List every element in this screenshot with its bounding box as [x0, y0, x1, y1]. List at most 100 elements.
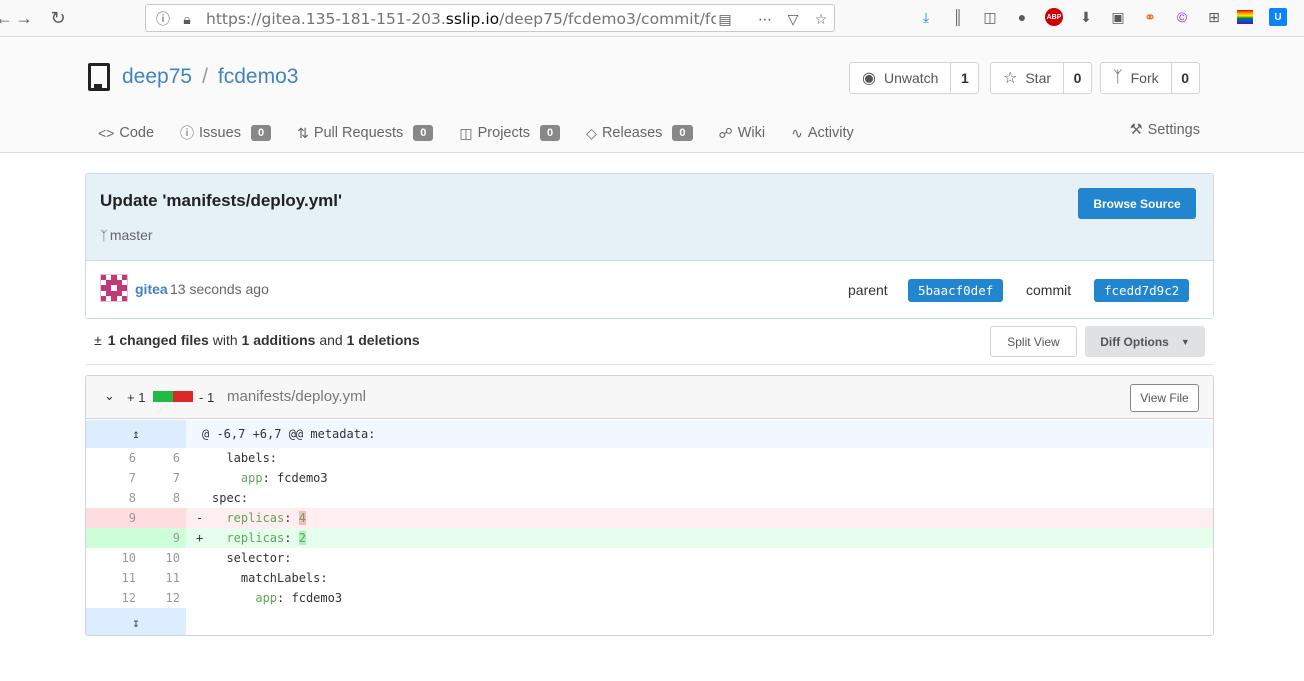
commit-sha-link[interactable]: fcedd7d9c2: [1094, 279, 1190, 302]
repo-owner-link[interactable]: deep75: [122, 65, 192, 89]
view-file-button[interactable]: View File: [1130, 384, 1199, 412]
book-icon: ☍: [718, 124, 733, 141]
old-line-number[interactable]: 10: [86, 548, 136, 568]
old-line-number[interactable]: 11: [86, 568, 136, 588]
diff-sign: [186, 488, 202, 508]
fork-icon: ᛉ: [1113, 69, 1123, 86]
commit-title: Update 'manifests/deploy.yml': [100, 191, 343, 210]
old-line-number[interactable]: 6: [86, 448, 136, 468]
tab-releases[interactable]: ◇ Releases 0: [586, 124, 693, 142]
tab-settings-label: Settings: [1147, 122, 1200, 138]
issues-count-badge: 0: [250, 125, 272, 141]
sidebar-icon[interactable]: ◫: [981, 8, 999, 26]
new-line-number[interactable]: 11: [136, 568, 186, 588]
old-line-number[interactable]: 8: [86, 488, 136, 508]
library-icon[interactable]: ║: [949, 8, 967, 26]
expand-up-icon[interactable]: ↥: [86, 420, 186, 448]
fork-button[interactable]: ᛉ Fork: [1100, 62, 1172, 94]
new-line-number[interactable]: [136, 508, 186, 528]
diff-options-button[interactable]: Diff Options ▼: [1085, 326, 1205, 357]
adblock-icon[interactable]: ABP: [1045, 8, 1063, 26]
new-line-number[interactable]: 12: [136, 588, 186, 608]
info-icon[interactable]: ⓘ: [154, 10, 172, 28]
lock-icon[interactable]: 🔒︎: [178, 10, 196, 28]
tab-issues-label: Issues: [199, 125, 241, 141]
additions-count: 1 additions: [241, 332, 316, 348]
copyright-extension-icon[interactable]: ©: [1173, 8, 1191, 26]
old-line-number[interactable]: 9: [86, 508, 136, 528]
url-text[interactable]: https://gitea.135-181-151-203.sslip.io/d…: [206, 10, 716, 28]
code-icon: <>: [98, 125, 115, 141]
bookmark-star-icon[interactable]: ☆: [812, 10, 830, 28]
tab-settings[interactable]: ⚒ Settings: [1130, 122, 1200, 138]
author-link[interactable]: gitea: [135, 281, 168, 297]
line-code: selector:: [202, 548, 1213, 568]
changed-files-count: 1 changed files: [107, 332, 209, 348]
tab-issues[interactable]: ⓘ Issues 0: [180, 123, 272, 143]
tab-activity-label: Activity: [807, 125, 854, 141]
tag-icon: ◇: [586, 124, 597, 141]
reader-view-icon[interactable]: ▤: [716, 10, 734, 28]
divider: [85, 364, 1214, 365]
issue-icon: ⓘ: [180, 125, 195, 141]
yaml-key: selector:: [226, 551, 292, 565]
star-label: Star: [1025, 70, 1052, 86]
download-icon[interactable]: ⤓: [917, 8, 935, 26]
reload-icon[interactable]: ↻: [46, 6, 70, 30]
tab-activity[interactable]: ∿ Activity: [791, 125, 854, 142]
repo-tabs: <> Code ⓘ Issues 0 ⇅ Pull Requests 0 ◫ Project…: [98, 122, 880, 144]
new-line-number[interactable]: 8: [136, 488, 186, 508]
new-line-number[interactable]: 10: [136, 548, 186, 568]
tab-wiki[interactable]: ☍ Wiki: [719, 125, 766, 142]
new-line-number[interactable]: 6: [136, 448, 186, 468]
new-line-number[interactable]: 7: [136, 468, 186, 488]
rainbow-extension-icon[interactable]: [1237, 10, 1253, 24]
expand-down-icon[interactable]: ↧: [86, 608, 186, 635]
tools-icon: ⚒: [1129, 122, 1143, 138]
avatar[interactable]: [100, 274, 128, 302]
watch-count[interactable]: 1: [951, 62, 980, 94]
tab-code[interactable]: <> Code: [98, 125, 154, 141]
forward-icon[interactable]: →: [12, 6, 36, 30]
added-line: 9 + replicas: 2: [86, 528, 1213, 548]
link-extension-icon[interactable]: ⚭: [1141, 8, 1159, 26]
old-line-number[interactable]: [86, 528, 136, 548]
line-code: labels:: [202, 448, 1213, 468]
yaml-key: replicas: [226, 531, 285, 545]
diff-options-label: Diff Options: [1100, 334, 1169, 349]
releases-count-badge: 0: [672, 125, 693, 141]
diff-sign: [186, 468, 202, 488]
tab-pull-requests[interactable]: ⇅ Pull Requests 0: [297, 125, 434, 142]
crop-icon[interactable]: ⊞: [1205, 8, 1223, 26]
star-button[interactable]: ☆ Star: [990, 62, 1065, 94]
repo-name-link[interactable]: fcdemo3: [218, 65, 299, 89]
url-bar[interactable]: ⓘ 🔒︎ https://gitea.135-181-151-203.sslip…: [145, 4, 835, 32]
old-line-number[interactable]: 7: [86, 468, 136, 488]
browse-source-button[interactable]: Browse Source: [1078, 188, 1196, 219]
parent-sha-link[interactable]: 5baacf0def: [908, 279, 1004, 302]
fork-count[interactable]: 0: [1171, 62, 1200, 94]
fork-label: Fork: [1130, 70, 1159, 86]
download-manager-icon[interactable]: ⬇: [1077, 8, 1095, 26]
branch-name[interactable]: master: [110, 227, 153, 243]
new-line-number[interactable]: 9: [136, 528, 186, 548]
old-line-number[interactable]: 12: [86, 588, 136, 608]
new-extension-icon[interactable]: U: [1269, 8, 1287, 26]
yaml-key: replicas: [226, 511, 285, 525]
screenshot-icon[interactable]: ▣: [1109, 8, 1127, 26]
pocket-icon[interactable]: ▽: [784, 10, 802, 28]
context-line: 8 8 spec:: [86, 488, 1213, 508]
unwatch-button[interactable]: ◉ Unwatch: [849, 62, 952, 94]
tab-projects[interactable]: ◫ Projects 0: [459, 125, 561, 142]
commit-meta: gitea 13 seconds ago parent 5baacf0def c…: [86, 262, 1213, 318]
star-group: ☆ Star 0: [990, 62, 1093, 94]
page-actions-icon[interactable]: ⋯: [756, 10, 774, 28]
star-count[interactable]: 0: [1064, 62, 1093, 94]
context-line: 12 12 app: fcdemo3: [86, 588, 1213, 608]
account-icon[interactable]: ●: [1013, 8, 1031, 26]
split-view-button[interactable]: Split View: [990, 326, 1077, 357]
repo-header: deep75 / fcdemo3 ◉ Unwatch 1 ☆ Star 0 ᛉ For…: [0, 38, 1304, 153]
chevron-down-icon[interactable]: ⌄: [104, 388, 115, 404]
